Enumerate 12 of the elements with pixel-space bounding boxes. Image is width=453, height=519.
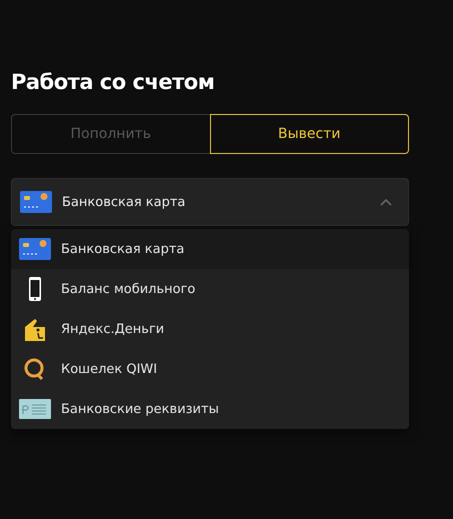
- menu-item[interactable]: Кошелек QIWI: [11, 349, 409, 389]
- credit-card-icon: [20, 191, 52, 213]
- menu-item[interactable]: Банковская карта: [11, 229, 409, 269]
- section-title: Работа со счетом: [11, 70, 216, 94]
- menu-item[interactable]: Банковские реквизиты: [11, 389, 409, 429]
- tab[interactable]: Вывести: [210, 114, 409, 154]
- document-icon: [19, 399, 51, 419]
- menu-item[interactable]: Яндекс.Деньги: [11, 309, 409, 349]
- payment-method-select[interactable]: Банковская карта: [11, 178, 409, 226]
- menu-item[interactable]: Баланс мобильного: [11, 269, 409, 309]
- chevron-icon: [380, 198, 392, 206]
- credit-card-icon: [19, 238, 51, 260]
